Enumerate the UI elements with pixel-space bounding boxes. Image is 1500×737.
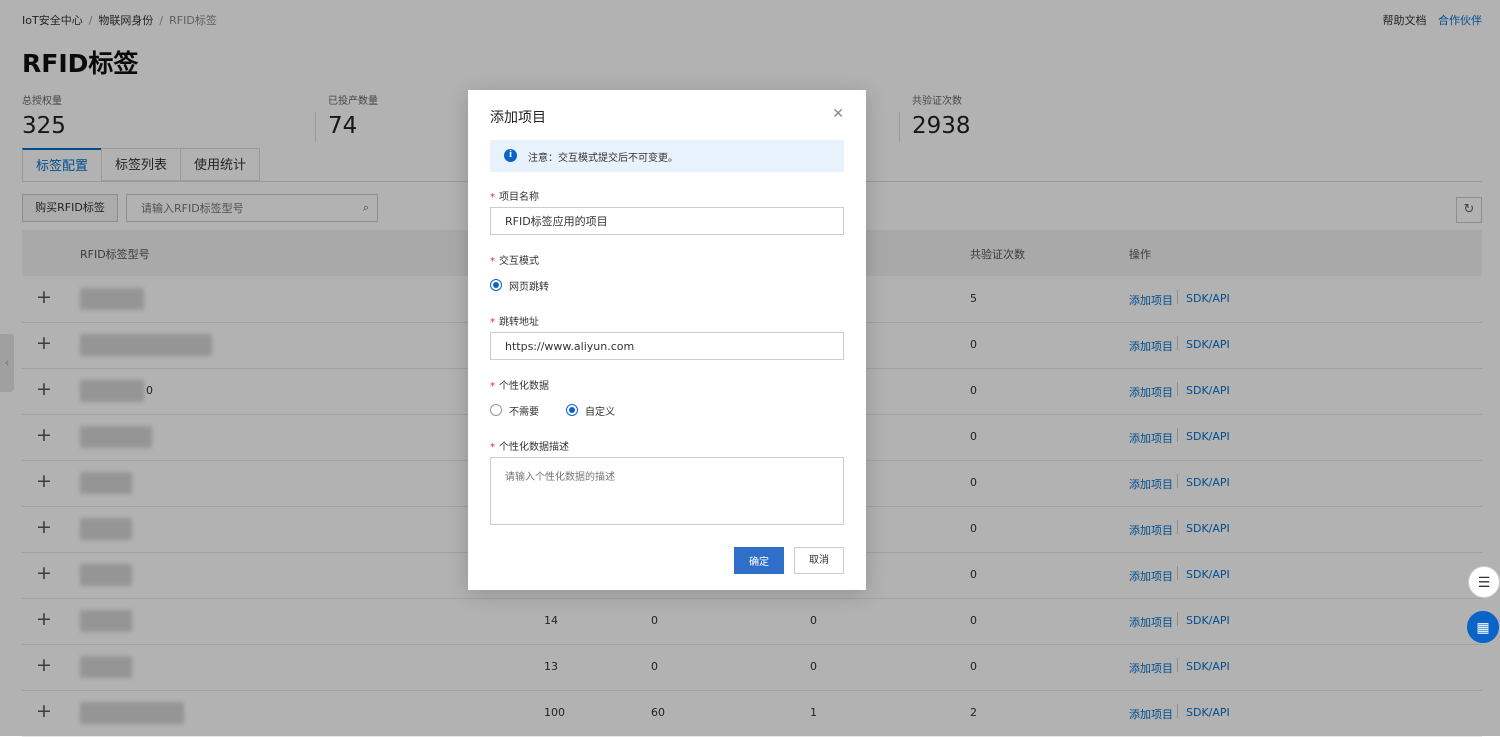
personal-desc-textarea[interactable]: [490, 457, 844, 525]
confirm-button[interactable]: 确定: [734, 547, 784, 574]
interaction-mode-label: * 交互模式: [490, 252, 539, 267]
notice-banner: i 注意：交互模式提交后不可变更。: [490, 140, 844, 172]
chat-icon[interactable]: ☰: [1468, 566, 1500, 598]
notice-text: 注意：交互模式提交后不可变更。: [528, 153, 678, 164]
radio-not-needed[interactable]: [490, 404, 502, 416]
required-mark: *: [490, 442, 495, 453]
radio-custom[interactable]: [566, 404, 578, 416]
required-mark: *: [490, 317, 495, 328]
required-mark: *: [490, 381, 495, 392]
project-name-label: * 项目名称: [490, 188, 539, 203]
apps-icon[interactable]: ▦: [1467, 611, 1499, 643]
field-label: 项目名称: [499, 192, 539, 203]
required-mark: *: [490, 256, 495, 267]
radio-label-not-needed: 不需要: [509, 407, 539, 418]
info-icon: i: [504, 149, 517, 162]
radio-label-web-redirect: 网页跳转: [509, 282, 549, 293]
radio-label-custom: 自定义: [585, 407, 615, 418]
field-label: 个性化数据描述: [499, 442, 569, 453]
field-label: 个性化数据: [499, 381, 549, 392]
rfid-page: IoT安全中心 / 物联网身份 / RFID标签 帮助文档 合作伙伴 RFID标签 总授…: [0, 0, 1500, 737]
project-name-field[interactable]: [490, 207, 844, 235]
redirect-url-field[interactable]: [490, 332, 844, 360]
close-icon[interactable]: ✕: [832, 106, 844, 122]
add-project-dialog: 添加项目 ✕ i 注意：交互模式提交后不可变更。 * 项目名称 * 交互模式 网页跳…: [468, 90, 866, 590]
field-label: 跳转地址: [499, 317, 539, 328]
personal-desc-label: * 个性化数据描述: [490, 438, 569, 453]
personal-data-label: * 个性化数据: [490, 377, 549, 392]
required-mark: *: [490, 192, 495, 203]
field-label: 交互模式: [499, 256, 539, 267]
redirect-url-label: * 跳转地址: [490, 313, 539, 328]
radio-web-redirect[interactable]: [490, 279, 502, 291]
dialog-title: 添加项目: [490, 110, 546, 126]
cancel-button[interactable]: 取消: [794, 547, 844, 574]
